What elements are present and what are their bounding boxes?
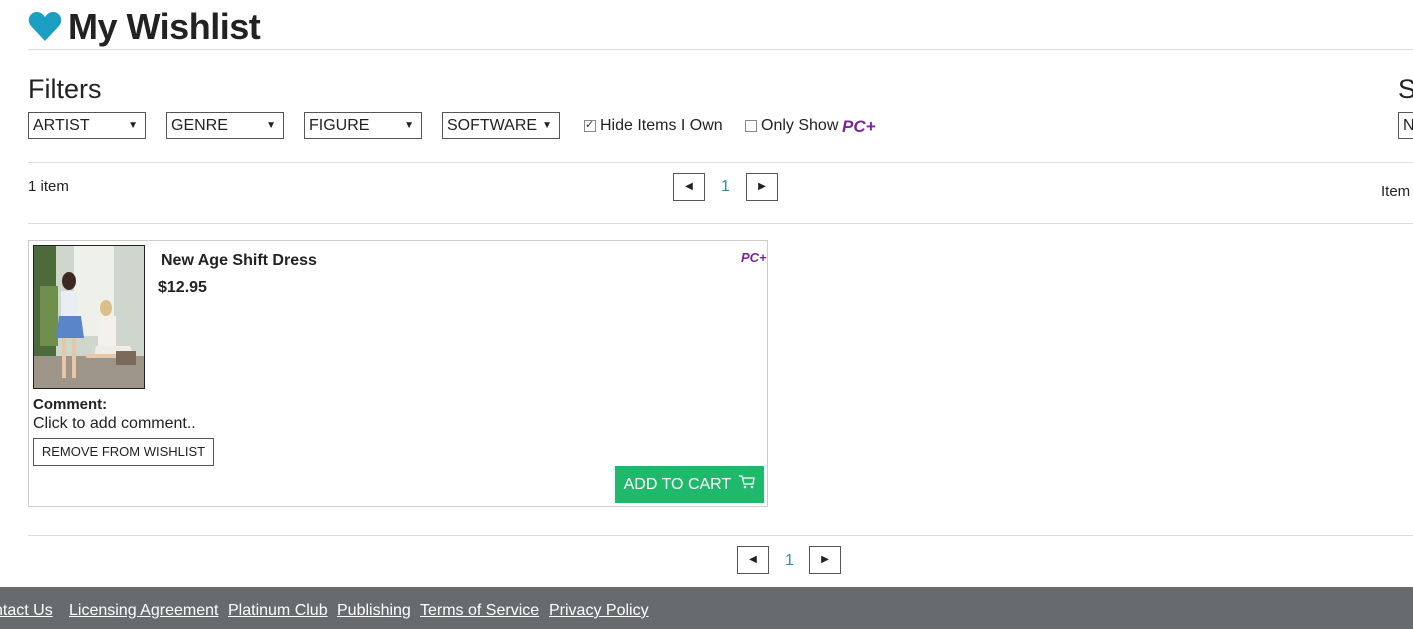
pc-plus-logo-icon: PC+ (842, 117, 876, 136)
only-show-checkbox[interactable] (745, 120, 757, 132)
sort-heading: S (1398, 74, 1413, 104)
filters-heading: Filters (28, 74, 102, 104)
only-show-label: Only Show (761, 117, 839, 134)
footer-link-platinum-club[interactable]: Platinum Club (228, 602, 328, 620)
caret-down-icon: ▼ (266, 120, 276, 131)
footer: ntact Us Licensing Agreement Platinum Cl… (0, 587, 1413, 629)
figure-filter-select[interactable]: FIGURE ▼ (304, 112, 422, 139)
divider (28, 49, 1413, 50)
product-thumbnail[interactable] (33, 245, 145, 389)
add-to-cart-button[interactable]: ADD TO CART (615, 466, 764, 503)
sort-select[interactable]: N (1398, 112, 1413, 139)
next-page-button-bottom[interactable]: ▶ (809, 546, 841, 574)
arrow-left-icon: ◀ (749, 554, 757, 565)
product-name[interactable]: New Age Shift Dress (161, 252, 317, 270)
add-to-cart-label: ADD TO CART (623, 476, 731, 493)
divider (28, 535, 1413, 536)
items-per-page-label: Item (1381, 183, 1411, 200)
pc-plus-badge-icon: PC+ (741, 250, 767, 265)
arrow-right-icon: ▶ (821, 554, 829, 565)
artist-filter-select[interactable]: ARTIST ▼ (28, 112, 146, 139)
current-page-bottom[interactable]: 1 (785, 552, 794, 570)
prev-page-button-bottom[interactable]: ◀ (737, 546, 769, 574)
divider (28, 162, 1413, 163)
arrow-right-icon: ▶ (758, 181, 766, 192)
select-value: N (1403, 117, 1413, 134)
select-value: SOFTWARE (447, 117, 538, 134)
arrow-left-icon: ◀ (685, 181, 693, 192)
caret-down-icon: ▼ (128, 120, 138, 131)
divider (28, 223, 1413, 224)
heart-icon (28, 11, 62, 43)
genre-filter-select[interactable]: GENRE ▼ (166, 112, 284, 139)
prev-page-button[interactable]: ◀ (673, 173, 705, 201)
page-title-row: My Wishlist (28, 6, 261, 48)
results-count: 1 item (28, 178, 69, 195)
caret-down-icon: ▼ (542, 120, 552, 131)
cart-icon (739, 466, 756, 503)
current-page[interactable]: 1 (721, 178, 730, 196)
next-page-button[interactable]: ▶ (746, 173, 778, 201)
caret-down-icon: ▼ (404, 120, 414, 131)
hide-owned-label: Hide Items I Own (600, 117, 723, 134)
footer-link-licensing-agreement[interactable]: Licensing Agreement (69, 602, 218, 620)
select-value: GENRE (171, 117, 228, 134)
footer-link-contact-us[interactable]: ntact Us (0, 602, 53, 620)
footer-link-publishing[interactable]: Publishing (337, 602, 411, 620)
product-price: $12.95 (158, 279, 207, 296)
comment-label: Comment: (33, 396, 108, 413)
comment-field[interactable]: Click to add comment.. (33, 415, 196, 433)
remove-from-wishlist-button[interactable]: REMOVE FROM WISHLIST (33, 438, 214, 466)
wishlist-item-card: New Age Shift Dress $12.95 PC+ Comment: … (28, 240, 768, 507)
software-filter-select[interactable]: SOFTWARE ▼ (442, 112, 560, 139)
select-value: ARTIST (33, 117, 90, 134)
page-title: My Wishlist (68, 6, 261, 47)
hide-owned-checkbox[interactable] (584, 118, 596, 132)
footer-link-privacy-policy[interactable]: Privacy Policy (549, 602, 649, 620)
footer-link-terms-of-service[interactable]: Terms of Service (420, 602, 539, 620)
select-value: FIGURE (309, 117, 370, 134)
